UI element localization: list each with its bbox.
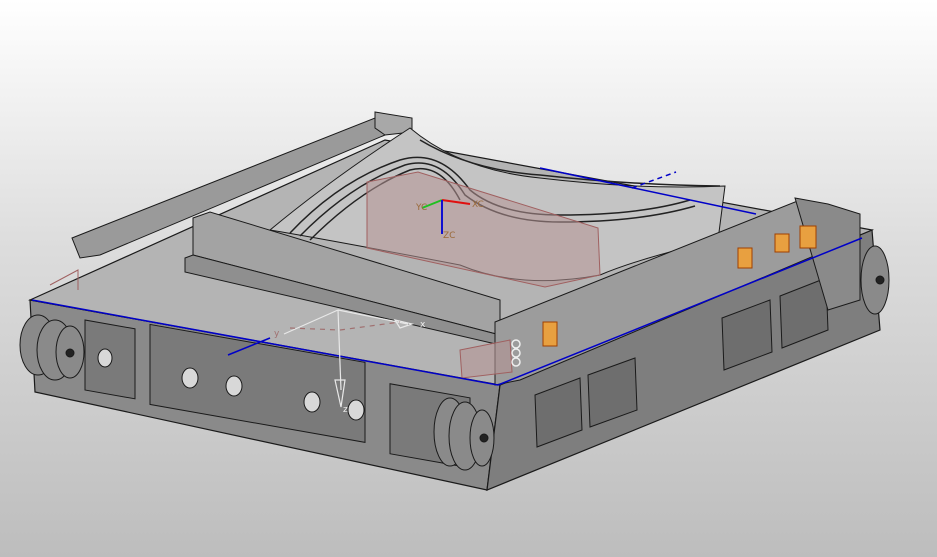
datum-z-label: z [343, 405, 348, 415]
datum-x-label: x [420, 320, 426, 330]
wcs-y-label: YC [415, 203, 427, 213]
datum-y-label: y [274, 329, 280, 339]
model-view[interactable]: XC YC ZC x y z [0, 0, 937, 557]
wheel-right[interactable] [860, 245, 890, 315]
wcs-z-label: ZC [443, 231, 455, 241]
graphics-viewport[interactable]: XC YC ZC x y z [0, 0, 937, 557]
wcs-x-label: XC [472, 200, 484, 210]
